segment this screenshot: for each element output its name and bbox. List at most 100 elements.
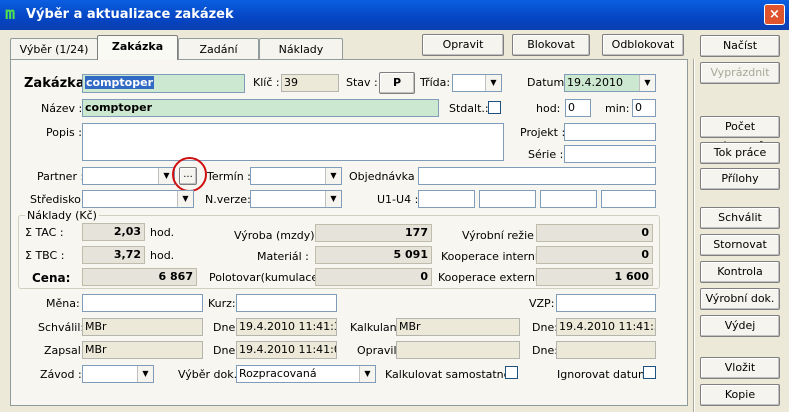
trida-label: Třída: <box>420 76 451 89</box>
partner-label: Partner : <box>37 170 85 183</box>
vzp-label: VZP: <box>529 297 555 310</box>
schvalil-dne-field: 19.4.2010 11:41:39 <box>236 318 337 336</box>
tab-zadani[interactable]: Zadání <box>178 38 259 60</box>
opravit-button[interactable]: Opravit <box>422 34 504 56</box>
chevron-down-icon[interactable]: ▼ <box>177 191 193 207</box>
stdalt-checkbox[interactable] <box>488 101 501 114</box>
material-field: 5 091 <box>315 246 432 264</box>
kurz-label: Kurz: <box>208 297 236 310</box>
schvalil-field: MBr <box>82 318 203 336</box>
stredisko-label: Středisko: <box>30 193 85 206</box>
vyprazdnit-button[interactable]: Vyprázdnit <box>700 62 780 84</box>
window-title: Výběr a aktualizace zakázek <box>26 7 234 22</box>
min-input[interactable]: 0 <box>632 99 656 117</box>
tbc-label: Σ TBC : <box>25 249 65 262</box>
chevron-down-icon[interactable]: ▼ <box>359 366 375 382</box>
kalkulant-dne-field: 19.4.2010 11:41:51 <box>556 318 656 336</box>
zakazka-value: comptoper <box>85 76 154 89</box>
vyber-dok-select[interactable]: Rozpracovaná ▼ <box>236 365 376 383</box>
vzp-input[interactable] <box>556 294 656 312</box>
naklady-legend: Náklady (Kč) <box>25 209 99 222</box>
cena-field: 6 867 <box>82 268 197 286</box>
vyroba-label: Výroba (mzdy) : <box>234 229 322 242</box>
tbc-field: 3,72 <box>82 246 145 264</box>
kurz-input[interactable] <box>236 294 337 312</box>
tok-prace-button[interactable]: Tok práce <box>700 142 780 164</box>
u4-input[interactable] <box>601 190 656 208</box>
vyrobni-dok-button[interactable]: Výrobní dok. <box>700 288 780 310</box>
nverze-label: N.verze: <box>205 193 251 206</box>
termin-label: Termín : <box>207 170 251 183</box>
vlozit-button[interactable]: Vložit <box>700 357 780 379</box>
kalk-samostatne-label: Kalkulovat samostatně: <box>385 368 515 381</box>
u1-input[interactable] <box>418 190 475 208</box>
zapsal-dne-field: 19.4.2010 11:41:00 <box>236 341 337 359</box>
hod-label: hod: <box>536 102 561 115</box>
hod-input[interactable]: 0 <box>565 99 591 117</box>
close-button[interactable]: × <box>764 4 785 25</box>
vyrobni-rezie-field: 0 <box>536 224 653 242</box>
vyroba-field: 177 <box>315 224 432 242</box>
schvalil-label: Schválil: <box>38 321 85 334</box>
chevron-down-icon[interactable]: ▼ <box>325 168 341 184</box>
tab-vyber[interactable]: Výběr (1/24) <box>10 38 98 60</box>
objednavka-input[interactable] <box>418 167 656 185</box>
stdalt-label: Stdalt.: <box>449 102 489 115</box>
opravil-label: Opravil: <box>357 344 401 357</box>
termin-select[interactable]: ▼ <box>250 167 342 185</box>
popis-textarea[interactable] <box>82 123 504 161</box>
nazev-input[interactable]: comptoper <box>82 99 439 117</box>
datum-select[interactable]: 19.4.2010 ▼ <box>564 74 656 92</box>
u2-input[interactable] <box>479 190 536 208</box>
opravil-dne-label: Dne: <box>532 344 558 357</box>
vydej-button[interactable]: Výdej <box>700 315 780 337</box>
popis-label: Popis : <box>46 126 82 139</box>
u3-input[interactable] <box>540 190 597 208</box>
datum-value: 19.4.2010 <box>567 76 623 89</box>
stav-button[interactable]: P <box>379 72 415 94</box>
cena-label: Cena: <box>32 271 71 285</box>
kalkulant-dne-label: Dne: <box>532 321 558 334</box>
trida-select[interactable]: ▼ <box>452 74 502 92</box>
stredisko-select[interactable]: ▼ <box>82 190 194 208</box>
kalk-samostatne-checkbox[interactable] <box>505 366 518 379</box>
chevron-down-icon[interactable]: ▼ <box>639 75 655 91</box>
chevron-down-icon[interactable]: ▼ <box>325 191 341 207</box>
tab-naklady[interactable]: Náklady <box>259 38 343 60</box>
prilohy-button[interactable]: Přílohy <box>700 168 780 190</box>
tab-zakazka[interactable]: Zakázka <box>97 35 178 60</box>
chevron-down-icon[interactable]: ▼ <box>137 366 153 382</box>
title-bar: m Výběr a aktualizace zakázek × <box>0 0 789 30</box>
app-logo-icon: m <box>5 4 16 24</box>
nazev-label: Název : <box>41 102 83 115</box>
zapsal-field: MBr <box>82 341 203 359</box>
opravil-dne-field <box>556 341 656 359</box>
mena-input[interactable] <box>82 294 203 312</box>
partner-select[interactable]: ▼ <box>82 167 175 185</box>
pocet-zaznamu-button[interactable]: Počet záznamů <box>700 116 780 153</box>
nverze-select[interactable]: ▼ <box>250 190 342 208</box>
odblokovat-button[interactable]: Odblokovat <box>602 34 684 56</box>
mena-label: Měna: <box>46 297 80 310</box>
blokovat-button[interactable]: Blokovat <box>512 34 590 56</box>
nacist-seznam-button[interactable]: Načíst seznam <box>700 35 780 72</box>
chevron-down-icon[interactable]: ▼ <box>485 75 501 91</box>
kontrola-button[interactable]: Kontrola <box>700 261 780 283</box>
schvalit-button[interactable]: Schválit <box>700 207 780 229</box>
ignorovat-datum-checkbox[interactable] <box>643 366 656 379</box>
stornovat-button[interactable]: Stornovat <box>700 234 780 256</box>
serie-input[interactable] <box>564 145 656 163</box>
projekt-input[interactable] <box>564 123 656 141</box>
zavod-label: Závod : <box>40 368 82 381</box>
objednavka-label: Objednávka : <box>349 170 422 183</box>
tac-unit: hod. <box>150 226 175 239</box>
kopie-button[interactable]: Kopie <box>700 384 780 406</box>
projekt-label: Projekt : <box>520 126 566 139</box>
tbc-unit: hod. <box>150 249 175 262</box>
ignorovat-datum-label: Ignorovat datum : <box>557 368 656 381</box>
zavod-select[interactable]: ▼ <box>82 365 154 383</box>
klic-label: Klíč : <box>253 76 280 89</box>
u1u4-label: U1-U4 : <box>377 193 419 206</box>
zakazka-input[interactable]: comptoper <box>82 74 245 93</box>
polotovar-field: 0 <box>315 268 432 286</box>
